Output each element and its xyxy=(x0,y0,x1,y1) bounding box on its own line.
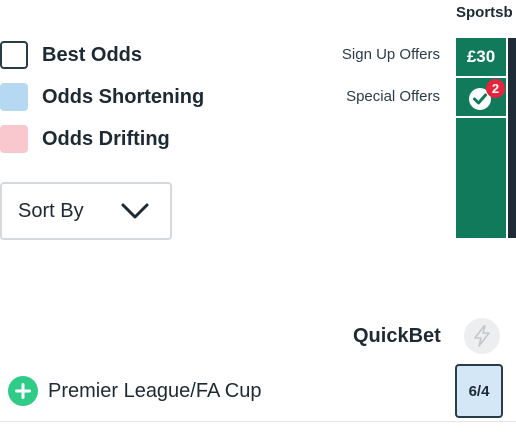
best-odds-swatch xyxy=(0,41,28,69)
special-offers-count: 2 xyxy=(491,81,500,96)
quickbet-label: QuickBet xyxy=(353,325,441,347)
lightning-bolt-icon xyxy=(474,325,490,347)
sportsbook-column-header: Sportsb xyxy=(456,4,513,21)
next-bookmaker-cell xyxy=(508,38,516,238)
sort-by-label: Sort By xyxy=(18,199,84,222)
row-divider xyxy=(0,421,516,422)
odds-shortening-swatch xyxy=(0,83,28,111)
sort-by-dropdown[interactable]: Sort By xyxy=(0,182,172,240)
plus-circle-icon[interactable] xyxy=(8,376,38,406)
odds-value: 6/4 xyxy=(468,382,490,400)
sign-up-offer-button[interactable]: £30 xyxy=(456,38,506,76)
legend-best-odds: Best Odds xyxy=(0,41,142,69)
special-offers-label: Special Offers xyxy=(346,88,440,105)
best-odds-label: Best Odds xyxy=(42,43,143,66)
chevron-down-icon xyxy=(121,203,149,219)
legend-odds-shortening: Odds Shortening xyxy=(0,83,204,111)
quickbet-toggle[interactable] xyxy=(464,318,500,354)
special-offers-badge: 2 xyxy=(486,79,505,98)
special-offers-button[interactable]: 2 xyxy=(456,78,506,116)
legend-odds-drifting: Odds Drifting xyxy=(0,125,170,153)
sign-up-offers-label: Sign Up Offers xyxy=(341,46,440,63)
odds-drifting-swatch xyxy=(0,125,28,153)
sign-up-offer-value: £30 xyxy=(466,47,496,66)
odds-button[interactable]: 6/4 xyxy=(455,364,503,418)
competition-name[interactable]: Premier League/FA Cup xyxy=(48,380,261,403)
odds-shortening-label: Odds Shortening xyxy=(42,85,205,108)
bet365-logo[interactable]: bet365 xyxy=(456,118,506,238)
odds-drifting-label: Odds Drifting xyxy=(42,127,170,150)
